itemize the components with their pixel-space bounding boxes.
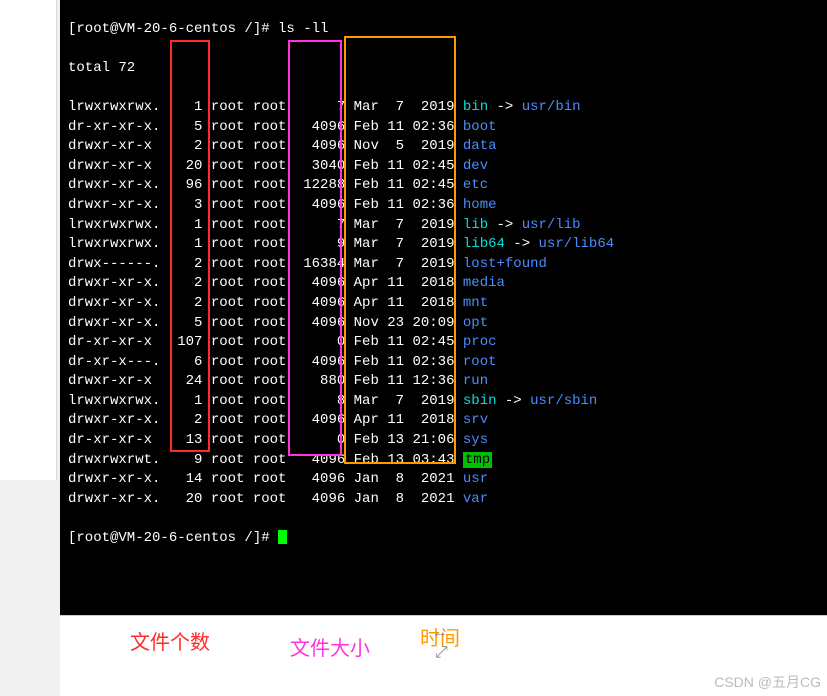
prompt-line: [root@VM-20-6-centos /]# ls -ll <box>68 20 819 40</box>
list-row: lrwxrwxrwx. 1 root root 7 Mar 7 2019 bin… <box>68 98 819 118</box>
total-line: total 72 <box>68 59 819 79</box>
label-file-count: 文件个数 <box>130 626 210 655</box>
list-row: lrwxrwxrwx. 1 root root 7 Mar 7 2019 lib… <box>68 216 819 236</box>
resize-handle-icon[interactable]: ↔⤢ <box>435 624 448 662</box>
watermark: CSDN @五月CG <box>714 672 821 692</box>
list-row: drwxr-xr-x. 3 root root 4096 Feb 11 02:3… <box>68 196 819 216</box>
annotation-area: 文件个数 文件大小 时间 ↔⤢ CSDN @五月CG <box>60 615 827 696</box>
list-row: drwxr-xr-x. 2 root root 4096 Apr 11 2018… <box>68 274 819 294</box>
list-row: drwxr-xr-x 24 root root 880 Feb 11 12:36… <box>68 372 819 392</box>
list-row: dr-xr-xr-x. 5 root root 4096 Feb 11 02:3… <box>68 118 819 138</box>
list-row: drwxr-xr-x. 2 root root 4096 Apr 11 2018… <box>68 411 819 431</box>
list-row: drwxr-xr-x. 5 root root 4096 Nov 23 20:0… <box>68 314 819 334</box>
label-file-size: 文件大小 <box>290 632 370 661</box>
list-row: drwxr-xr-x 20 root root 3040 Feb 11 02:4… <box>68 157 819 177</box>
editor-gutter <box>0 0 57 480</box>
list-row: lrwxrwxrwx. 1 root root 9 Mar 7 2019 lib… <box>68 235 819 255</box>
cursor <box>278 530 287 544</box>
list-row: drwxr-xr-x. 20 root root 4096 Jan 8 2021… <box>68 490 819 510</box>
list-row: lrwxrwxrwx. 1 root root 8 Mar 7 2019 sbi… <box>68 392 819 412</box>
list-row: dr-xr-xr-x 13 root root 0 Feb 13 21:06 s… <box>68 431 819 451</box>
list-row: dr-xr-xr-x 107 root root 0 Feb 11 02:45 … <box>68 333 819 353</box>
list-row: drwxr-xr-x 2 root root 4096 Nov 5 2019 d… <box>68 137 819 157</box>
list-row: dr-xr-x---. 6 root root 4096 Feb 11 02:3… <box>68 353 819 373</box>
prompt-end: [root@VM-20-6-centos /]# <box>68 529 819 549</box>
list-row: drwx------. 2 root root 16384 Mar 7 2019… <box>68 255 819 275</box>
list-row: drwxrwxrwt. 9 root root 4096 Feb 13 03:4… <box>68 451 819 471</box>
list-row: drwxr-xr-x. 14 root root 4096 Jan 8 2021… <box>68 470 819 490</box>
terminal-area[interactable]: [root@VM-20-6-centos /]# ls -ll total 72… <box>60 0 827 615</box>
list-row: drwxr-xr-x. 2 root root 4096 Apr 11 2018… <box>68 294 819 314</box>
list-row: drwxr-xr-x. 96 root root 12288 Feb 11 02… <box>68 176 819 196</box>
